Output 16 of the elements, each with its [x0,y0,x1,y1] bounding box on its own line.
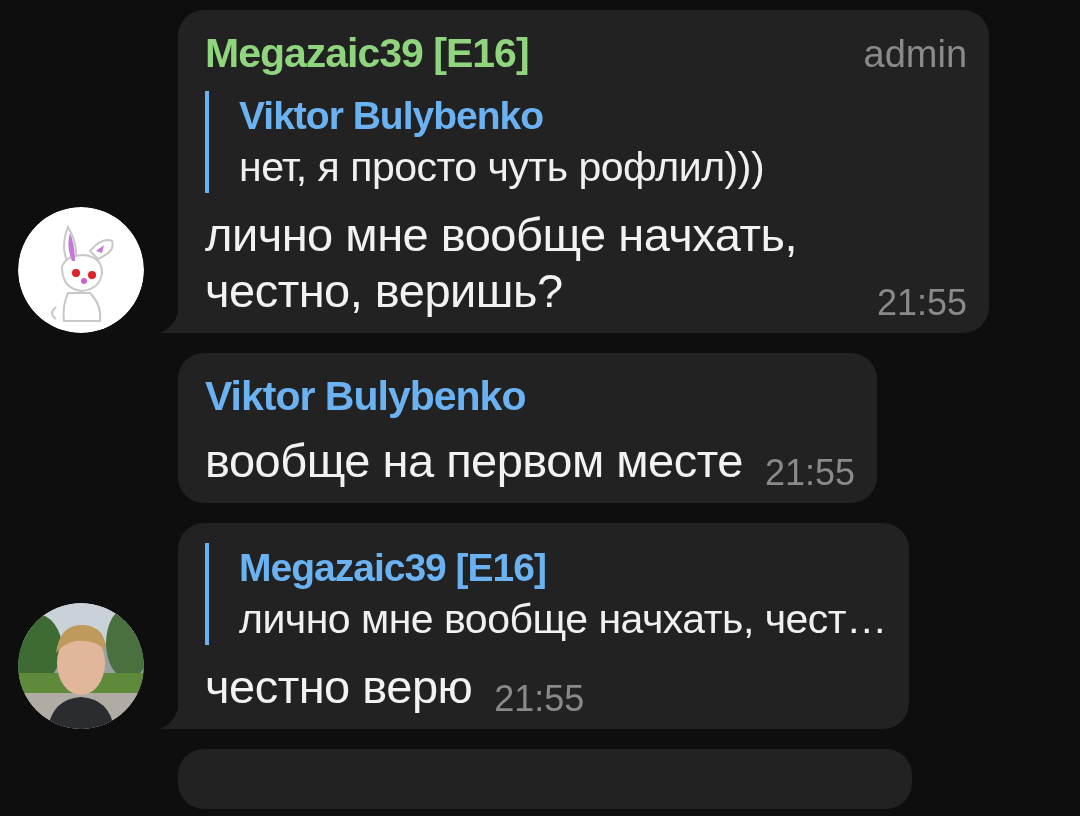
reply-author: Megazaic39 [E16] [239,545,547,591]
message-text: вообще на первом месте [205,433,743,489]
reply-author: Viktor Bulybenko [239,93,545,139]
message-time: 21:55 [877,283,968,323]
reply-text: нет, я просто чуть рофлил))) [239,143,766,192]
bunny-avatar[interactable] [18,207,144,333]
reply-text: лично мне вообще начхать, чест… [239,595,887,644]
message-text: честно верю [205,659,473,715]
reply-quote[interactable]: Viktor Bulybenko нет, я просто чуть рофлил))) [205,91,968,193]
message-text: лично мне вообще начхать, честно, веришь? [205,207,798,319]
sender-name[interactable]: Viktor Bulybenko [205,369,526,423]
reply-quote[interactable]: Megazaic39 [E16] лично мне вообще начхать, чест… [205,543,887,645]
message-time: 21:55 [494,679,585,719]
role-label: admin [863,32,968,77]
sender-name[interactable]: Megazaic39 [E16] [205,26,529,80]
message-time: 21:55 [764,453,855,493]
